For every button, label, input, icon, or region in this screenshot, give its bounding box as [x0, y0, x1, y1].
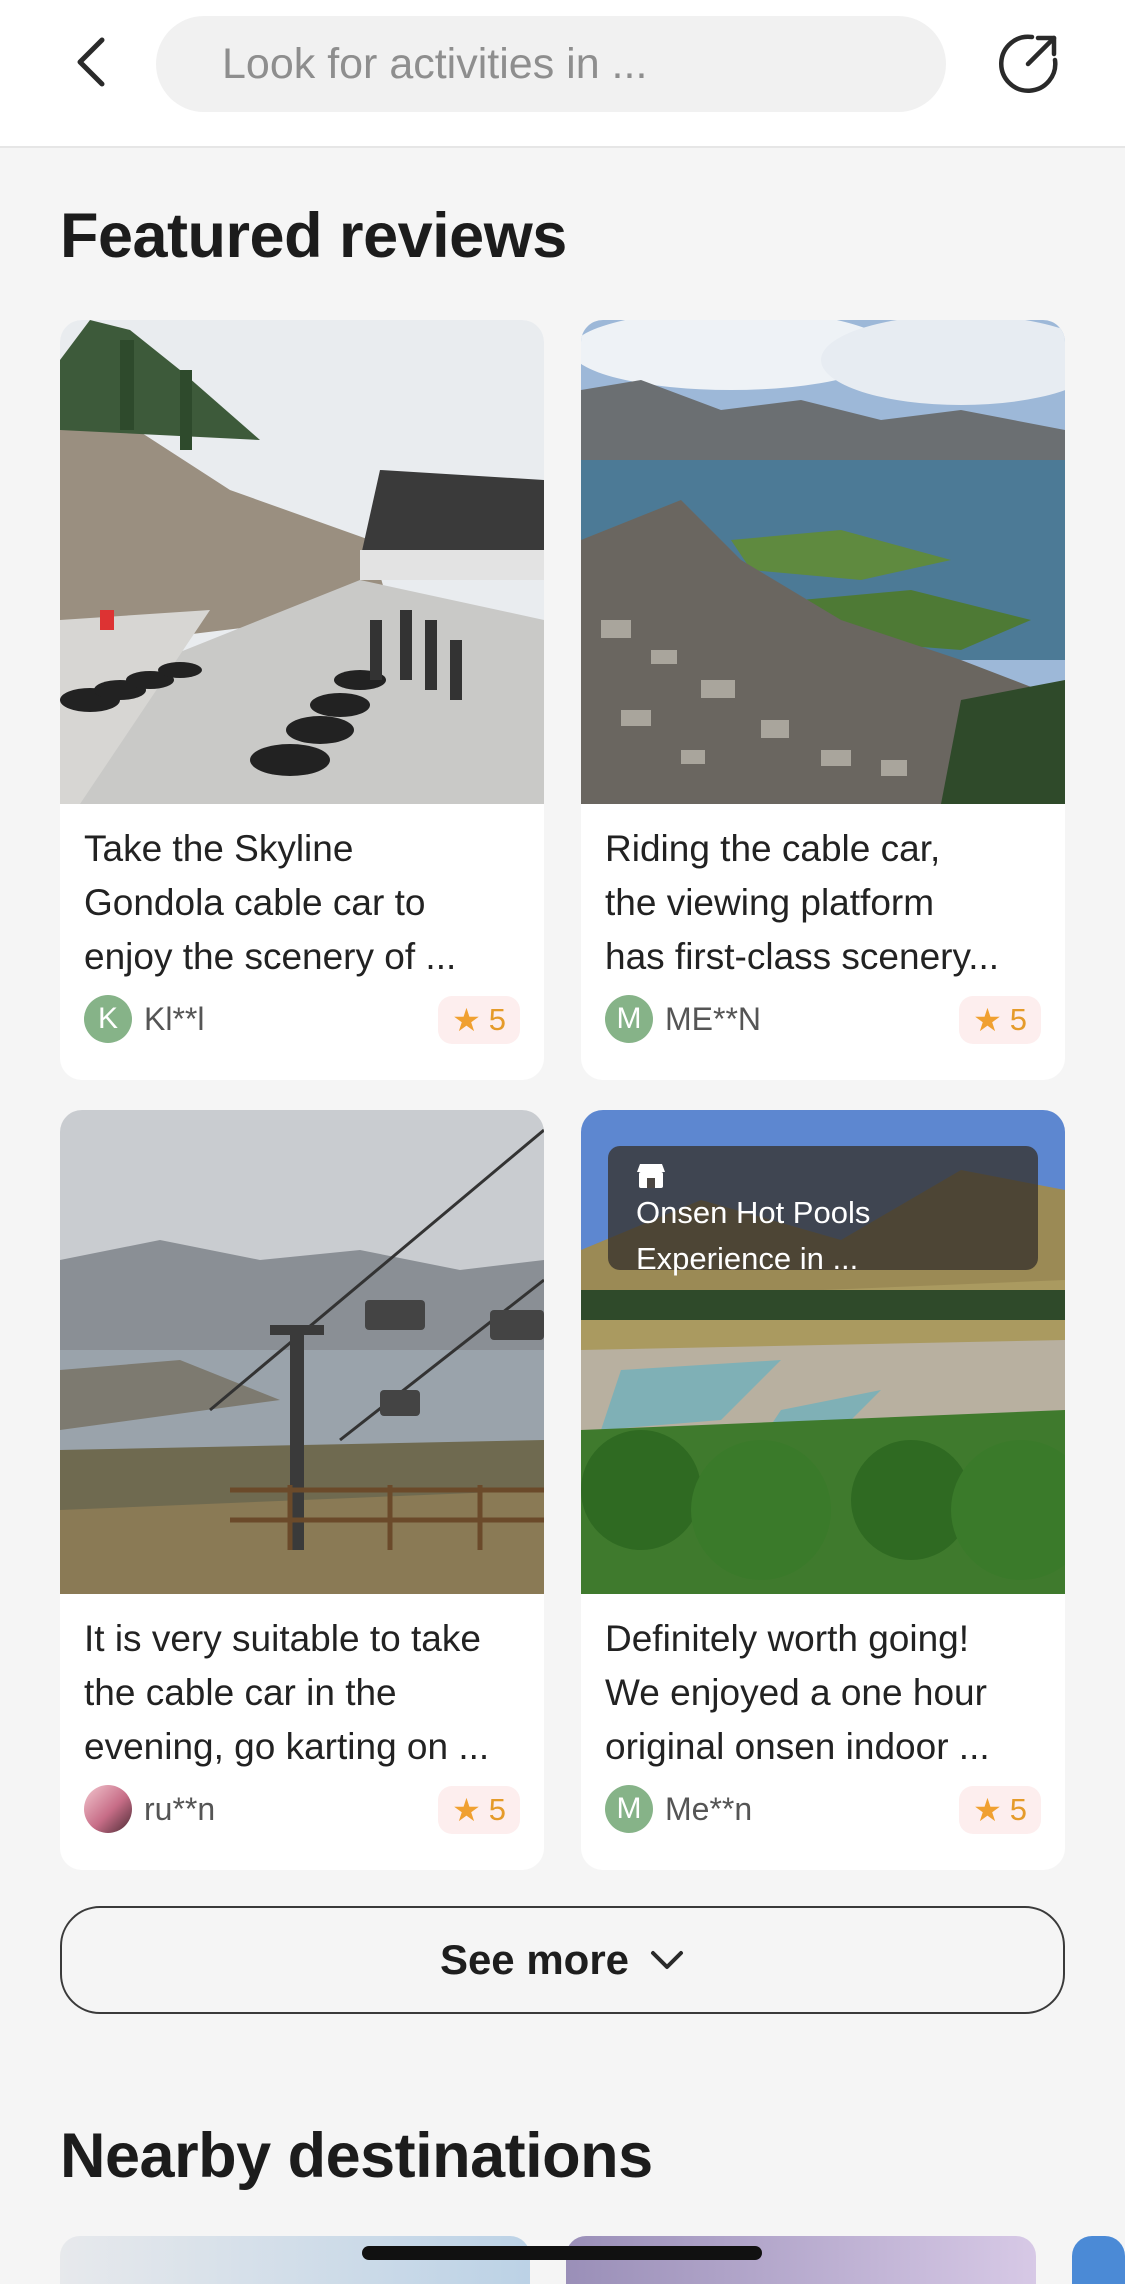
search-placeholder: Look for activities in ...: [222, 39, 648, 88]
review-photo: [581, 320, 1065, 804]
rating-value: 5: [1009, 1792, 1027, 1827]
destination-card[interactable]: [566, 2236, 1036, 2284]
review-card[interactable]: Riding the cable car, the viewing platfo…: [581, 320, 1065, 1080]
star-icon: ★: [973, 1002, 1002, 1038]
review-card[interactable]: It is very suitable to take the cable ca…: [60, 1110, 544, 1870]
review-card[interactable]: Onsen Hot Pools Experience in ... Defini…: [581, 1110, 1065, 1870]
top-bar: Look for activities in ...: [0, 0, 1125, 148]
author-name: Kl**l: [144, 1000, 205, 1037]
featured-reviews-title: Featured reviews: [60, 201, 567, 271]
review-text: Riding the cable car, the viewing platfo…: [605, 828, 1000, 977]
avatar: [84, 1785, 132, 1833]
search-input[interactable]: Look for activities in ...: [156, 16, 946, 112]
review-author: K Kl**l: [84, 994, 204, 1044]
review-author: ru**n: [84, 1784, 215, 1834]
back-button[interactable]: [60, 30, 124, 94]
review-card[interactable]: Take the Skyline Gondola cable car to en…: [60, 320, 544, 1080]
review-text: It is very suitable to take the cable ca…: [84, 1618, 490, 1767]
star-icon: ★: [452, 1002, 481, 1038]
chevron-left-icon: [77, 37, 105, 87]
review-photo: Onsen Hot Pools Experience in ...: [581, 1110, 1065, 1594]
author-name: ru**n: [144, 1790, 216, 1827]
chevron-down-icon: [651, 1951, 684, 1969]
rating-value: 5: [1009, 1002, 1027, 1037]
destination-card[interactable]: [1072, 2236, 1125, 2284]
author-name: ME**N: [665, 1000, 762, 1037]
rating-value: 5: [488, 1002, 506, 1037]
share-button[interactable]: [996, 30, 1062, 96]
review-author: M ME**N: [605, 994, 761, 1044]
see-more-button[interactable]: See more: [60, 1906, 1065, 2014]
shop-icon: [637, 1164, 665, 1188]
avatar: K: [84, 995, 132, 1043]
review-photo: [60, 320, 544, 804]
review-author: M Me**n: [605, 1784, 752, 1834]
star-icon: ★: [973, 1792, 1002, 1828]
review-text: Definitely worth going! We enjoyed a one…: [605, 1618, 990, 1767]
activity-label[interactable]: Onsen Hot Pools Experience in ...: [608, 1146, 1038, 1276]
rating-badge: ★ 5: [438, 996, 520, 1044]
share-icon: [999, 34, 1058, 93]
author-name: Me**n: [665, 1790, 753, 1827]
home-indicator: [362, 2246, 762, 2260]
rating-value: 5: [488, 1792, 506, 1827]
review-text: Take the Skyline Gondola cable car to en…: [84, 828, 457, 977]
review-photo: [60, 1110, 544, 1594]
see-more-label: See more: [439, 1936, 630, 1983]
avatar: M: [605, 995, 653, 1043]
rating-badge: ★ 5: [438, 1786, 520, 1834]
rating-badge: ★ 5: [959, 1786, 1041, 1834]
star-icon: ★: [452, 1792, 481, 1828]
avatar: M: [605, 1785, 653, 1833]
destination-card[interactable]: [60, 2236, 530, 2284]
nearby-destinations-title: Nearby destinations: [60, 2121, 653, 2191]
rating-badge: ★ 5: [959, 996, 1041, 1044]
